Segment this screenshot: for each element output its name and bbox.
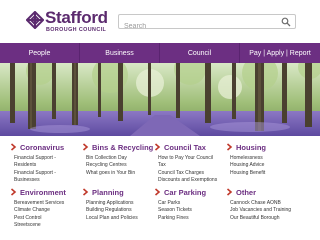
chevron-right-icon bbox=[82, 188, 89, 196]
chevron-right-icon bbox=[10, 188, 17, 196]
category-council-tax: Council Tax How to Pay Your Council Tax … bbox=[154, 141, 226, 184]
nav-item-council[interactable]: Council bbox=[160, 43, 240, 63]
main-nav: People Business Council Pay | Apply | Re… bbox=[0, 43, 320, 63]
category-link[interactable]: Season Tickets bbox=[158, 207, 226, 214]
category-link[interactable]: Tax bbox=[158, 162, 226, 169]
category-link[interactable]: Car Parks bbox=[158, 200, 226, 207]
knot-emblem-icon[interactable] bbox=[26, 11, 44, 29]
category-link[interactable]: Financial Support - bbox=[14, 170, 82, 177]
search-box bbox=[118, 14, 296, 33]
chevron-right-icon bbox=[154, 143, 161, 151]
category-title[interactable]: Environment bbox=[20, 188, 66, 197]
nav-item-business[interactable]: Business bbox=[80, 43, 160, 63]
category-link[interactable]: Housing Advice bbox=[230, 162, 298, 169]
category-coronavirus: Coronavirus Financial Support - Resident… bbox=[10, 141, 82, 184]
bluebell-woodland-photo bbox=[0, 63, 320, 136]
category-link[interactable]: Housing Benefit bbox=[230, 170, 298, 177]
category-title[interactable]: Car Parking bbox=[164, 188, 206, 197]
category-housing: Housing Homelessness Housing Advice Hous… bbox=[226, 141, 298, 177]
site-logo-subtitle: BOROUGH COUNCIL bbox=[46, 27, 107, 33]
category-link[interactable]: Residents bbox=[14, 162, 82, 169]
category-link[interactable]: Climate Change bbox=[14, 207, 82, 214]
category-bins-recycling: Bins & Recycling Bin Collection Day Recy… bbox=[82, 141, 154, 177]
nav-item-people[interactable]: People bbox=[0, 43, 80, 63]
category-link[interactable]: What goes in Your Bin bbox=[86, 170, 154, 177]
category-link[interactable]: Bereavement Services bbox=[14, 200, 82, 207]
category-title[interactable]: Housing bbox=[236, 143, 266, 152]
category-link[interactable]: Homelessness bbox=[230, 155, 298, 162]
category-link[interactable]: Building Regulations bbox=[86, 207, 154, 214]
category-link[interactable]: Streetscene bbox=[14, 222, 82, 229]
site-header: Stafford BOROUGH COUNCIL bbox=[0, 0, 320, 43]
chevron-right-icon bbox=[154, 188, 161, 196]
category-link[interactable]: How to Pay Your Council bbox=[158, 155, 226, 162]
category-link[interactable]: Local Plan and Policies bbox=[86, 215, 154, 222]
category-link[interactable]: Businesses bbox=[14, 177, 82, 184]
site-logo-title[interactable]: Stafford bbox=[45, 9, 108, 26]
category-title[interactable]: Council Tax bbox=[164, 143, 206, 152]
category-environment: Environment Bereavement Services Climate… bbox=[10, 186, 82, 229]
search-icon[interactable] bbox=[281, 17, 291, 27]
category-planning: Planning Planning Applications Building … bbox=[82, 186, 154, 222]
nav-item-pay-apply-report[interactable]: Pay | Apply | Report bbox=[240, 43, 320, 63]
service-categories: Coronavirus Financial Support - Resident… bbox=[0, 136, 320, 240]
search-input[interactable] bbox=[119, 20, 269, 33]
category-link[interactable]: Pest Control bbox=[14, 215, 82, 222]
category-link[interactable]: Our Beautiful Borough bbox=[230, 215, 298, 222]
hero-image bbox=[0, 63, 320, 136]
category-car-parking: Car Parking Car Parks Season Tickets Par… bbox=[154, 186, 226, 222]
category-other: Other Cannock Chase AONB Job Vacancies a… bbox=[226, 186, 298, 222]
category-title[interactable]: Coronavirus bbox=[20, 143, 64, 152]
category-title[interactable]: Planning bbox=[92, 188, 124, 197]
chevron-right-icon bbox=[226, 143, 233, 151]
category-link[interactable]: Planning Applications bbox=[86, 200, 154, 207]
category-link[interactable]: Financial Support - bbox=[14, 155, 82, 162]
category-link[interactable]: Discounts and Exemptions bbox=[158, 177, 226, 184]
category-title[interactable]: Other bbox=[236, 188, 256, 197]
chevron-right-icon bbox=[82, 143, 89, 151]
category-link[interactable]: Cannock Chase AONB bbox=[230, 200, 298, 207]
category-link[interactable]: Recycling Centres bbox=[86, 162, 154, 169]
category-title[interactable]: Bins & Recycling bbox=[92, 143, 153, 152]
category-link[interactable]: Bin Collection Day bbox=[86, 155, 154, 162]
chevron-right-icon bbox=[226, 188, 233, 196]
category-link[interactable]: Job Vacancies and Training bbox=[230, 207, 298, 214]
category-link[interactable]: Council Tax Charges bbox=[158, 170, 226, 177]
category-link[interactable]: Parking Fines bbox=[158, 215, 226, 222]
chevron-right-icon bbox=[10, 143, 17, 151]
